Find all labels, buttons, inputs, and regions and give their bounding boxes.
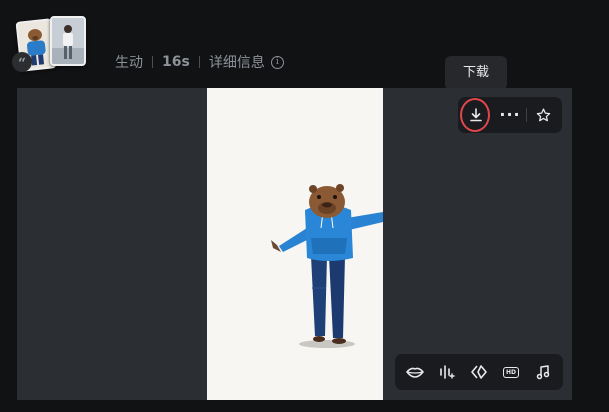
info-icon[interactable]: i bbox=[270, 55, 284, 69]
video-duration: 16s bbox=[162, 54, 190, 70]
details-link[interactable]: 详细信息 bbox=[209, 52, 265, 72]
quote-icon[interactable]: “ bbox=[12, 52, 32, 72]
music-button[interactable] bbox=[529, 358, 557, 386]
hd-upscale-button[interactable]: HD bbox=[497, 358, 525, 386]
audio-wave-icon bbox=[440, 365, 455, 379]
more-button[interactable]: ··· bbox=[494, 97, 526, 133]
highlight-ring bbox=[460, 98, 490, 132]
lips-icon bbox=[406, 367, 424, 378]
favorite-button[interactable] bbox=[527, 97, 559, 133]
star-icon bbox=[536, 107, 550, 121]
video-type-label: 生动 bbox=[115, 55, 143, 71]
lip-sync-button[interactable] bbox=[401, 358, 429, 386]
video-panel: ··· HD bbox=[17, 88, 572, 400]
separator bbox=[152, 56, 153, 68]
download-button[interactable] bbox=[458, 97, 494, 133]
person-thumbnail[interactable] bbox=[50, 16, 86, 66]
diamond-arrows-icon bbox=[471, 365, 487, 379]
more-icon: ··· bbox=[499, 105, 521, 124]
video-preview[interactable] bbox=[207, 88, 383, 400]
video-action-bar: ··· bbox=[458, 97, 562, 133]
separator bbox=[198, 56, 200, 68]
download-tooltip: 下载 bbox=[445, 56, 507, 90]
app-root: “ 生动 16s 详细信息 i 下载 ··· HD bbox=[0, 0, 609, 412]
extend-button[interactable] bbox=[465, 358, 493, 386]
hd-icon: HD bbox=[502, 366, 519, 378]
video-tools-bar: HD bbox=[395, 354, 563, 390]
video-meta: 生动 16s 详细信息 i bbox=[115, 52, 284, 72]
audio-button[interactable] bbox=[433, 358, 461, 386]
capybara-character bbox=[271, 184, 383, 348]
music-note-icon bbox=[536, 365, 550, 380]
